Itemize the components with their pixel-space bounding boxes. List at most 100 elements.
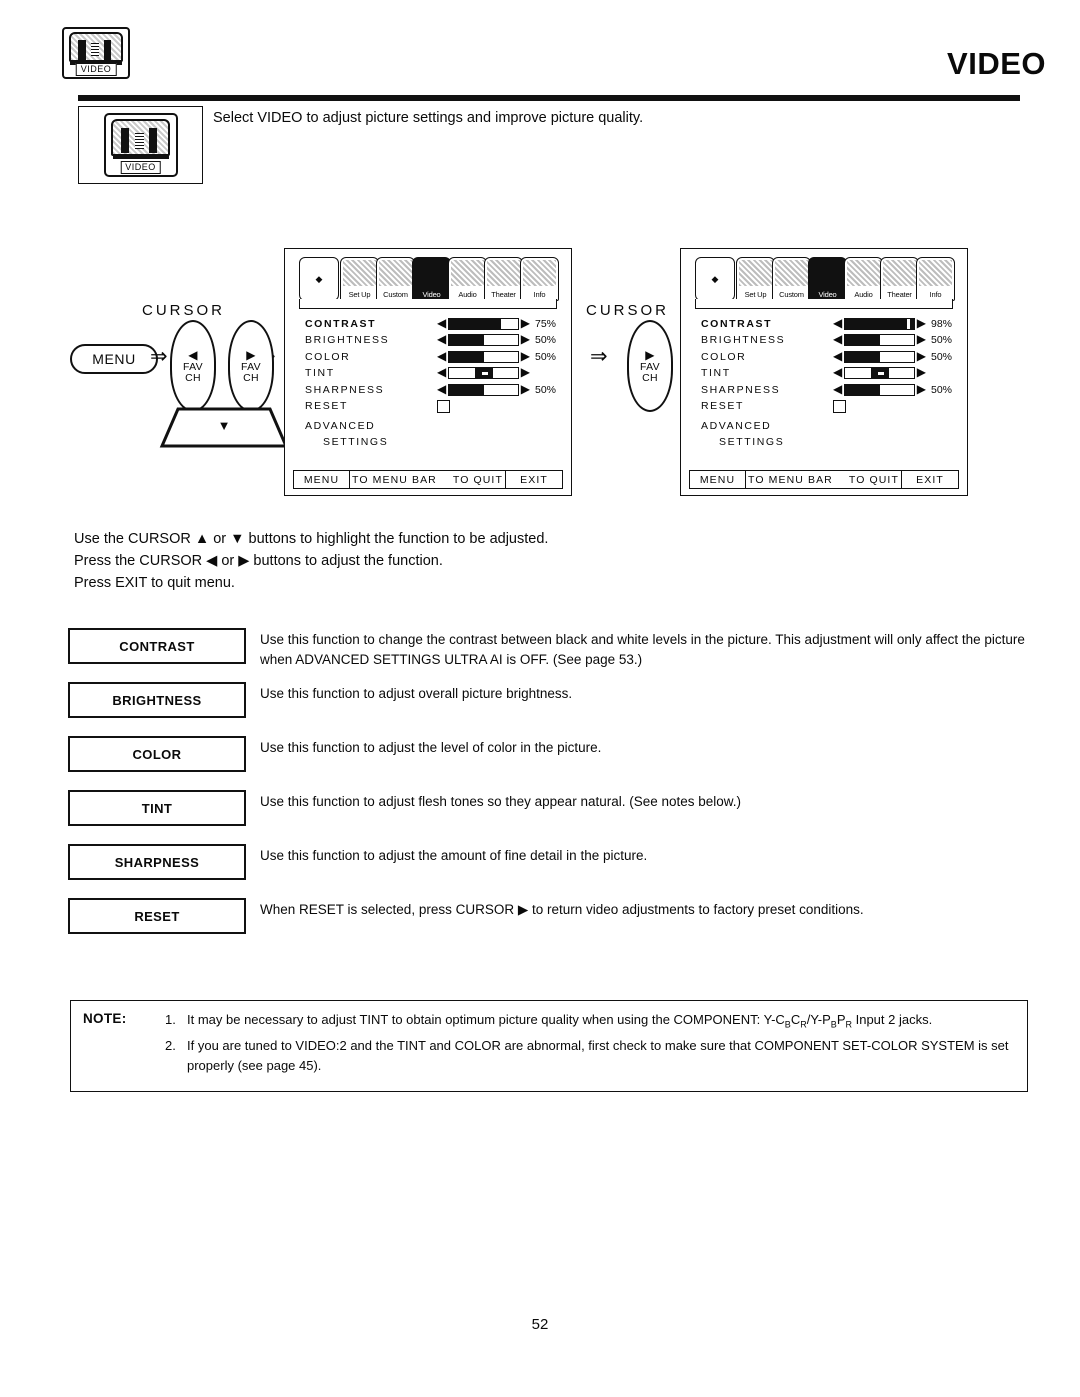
menu-tab-setup[interactable]: Set Up	[340, 257, 379, 301]
color-value: 50%	[931, 350, 953, 363]
osd-menu-bar: ◆ Set Up Custom Video Audio Theater Info	[299, 257, 559, 301]
footer-exit[interactable]: EXIT	[506, 471, 562, 488]
triangle-down-icon: ▼	[217, 418, 231, 433]
cursor-down-button[interactable]: ▼	[158, 406, 290, 450]
slider-left-arrow[interactable]: ◀	[437, 349, 446, 363]
color-slider[interactable]: ◀ ▶	[437, 349, 530, 363]
footer-to-quit: TO QUIT	[848, 473, 899, 486]
menu-tab-cursor-pad[interactable]: ◆	[299, 257, 339, 301]
cursor-right-button-second[interactable]: ▶ FAV CH	[627, 320, 673, 412]
reset-checkbox[interactable]	[437, 399, 450, 413]
row-label: SETTINGS	[719, 436, 785, 449]
video-icon	[811, 260, 844, 286]
reset-checkbox[interactable]	[833, 399, 846, 413]
slider-fill	[449, 319, 501, 329]
slider-left-arrow[interactable]: ◀	[833, 366, 842, 379]
slider-right-arrow[interactable]: ▶	[917, 317, 926, 330]
slider-right-arrow[interactable]: ▶	[917, 382, 926, 396]
slider-track	[448, 318, 519, 330]
sharpness-slider[interactable]: ◀ ▶	[833, 382, 926, 396]
menu-tab-cursor-pad[interactable]: ◆	[695, 257, 735, 301]
slider-right-arrow[interactable]: ▶	[521, 333, 530, 346]
slider-left-arrow[interactable]: ◀	[437, 382, 446, 396]
menu-tab-audio[interactable]: Audio	[844, 257, 883, 301]
menu-tab-theater[interactable]: Theater	[484, 257, 523, 301]
note-1-part-c: /Y-P	[806, 1012, 831, 1027]
slider-right-arrow[interactable]: ▶	[521, 349, 530, 363]
slider-right-arrow[interactable]: ▶	[917, 333, 926, 346]
contrast-slider[interactable]: ◀ ▶	[437, 317, 530, 330]
slider-left-arrow[interactable]: ◀	[833, 382, 842, 396]
footer-menu[interactable]: MENU	[690, 471, 746, 488]
osd-row-brightness[interactable]: BRIGHTNESS ◀ ▶ 50%	[305, 333, 557, 349]
slider-knob[interactable]	[906, 319, 911, 329]
osd-menu-bar: ◆ Set Up Custom Video Audio Theater Info	[695, 257, 955, 301]
menu-tab-setup[interactable]: Set Up	[736, 257, 775, 301]
footer-menu[interactable]: MENU	[294, 471, 350, 488]
tint-slider[interactable]: ◀ ▶	[833, 366, 926, 380]
note-1-part-a: It may be necessary to adjust TINT to ob…	[187, 1012, 785, 1027]
contrast-slider[interactable]: ◀ ▶	[833, 317, 926, 330]
slider-right-arrow[interactable]: ▶	[521, 382, 530, 396]
brightness-slider[interactable]: ◀ ▶	[833, 333, 926, 347]
slider-left-arrow[interactable]: ◀	[833, 333, 842, 346]
slider-track	[844, 318, 915, 330]
triangle-right-icon: ▶	[645, 347, 655, 362]
menu-tab-info[interactable]: Info	[916, 257, 955, 301]
menu-tab-audio[interactable]: Audio	[448, 257, 487, 301]
function-desc-contrast: Use this function to change the contrast…	[260, 632, 1025, 667]
osd-row-reset[interactable]: RESET	[305, 399, 557, 419]
slider-track	[844, 334, 915, 347]
osd-row-sharpness[interactable]: SHARPNESS ◀ ▶ 50%	[701, 382, 953, 399]
osd-row-color[interactable]: COLOR ◀ ▶ 50%	[701, 349, 953, 366]
cursor-right-button[interactable]: ▶ FAV CH	[228, 320, 274, 412]
osd-row-advanced[interactable]: ADVANCED	[701, 419, 953, 435]
osd-row-color[interactable]: COLOR ◀ ▶ 50%	[305, 349, 557, 366]
slider-right-arrow[interactable]: ▶	[917, 366, 926, 379]
menu-button-key[interactable]: MENU	[70, 344, 158, 374]
brightness-slider[interactable]: ◀ ▶	[437, 333, 530, 347]
function-key-tint: TINT	[68, 790, 246, 826]
note-number: 1.	[165, 1012, 176, 1027]
menu-tab-info[interactable]: Info	[520, 257, 559, 301]
osd-row-advanced[interactable]: ADVANCED	[305, 419, 557, 435]
slider-left-arrow[interactable]: ◀	[437, 317, 446, 330]
header-divider	[78, 95, 1020, 101]
menu-tab-theater[interactable]: Theater	[880, 257, 919, 301]
function-row-contrast: CONTRAST Use this function to change the…	[68, 628, 1028, 672]
slider-right-arrow[interactable]: ▶	[521, 366, 530, 379]
slider-left-arrow[interactable]: ◀	[437, 366, 446, 379]
intro-icon-box: VIDEO	[78, 106, 203, 184]
slider-right-arrow[interactable]: ▶	[521, 317, 530, 330]
osd-row-sharpness[interactable]: SHARPNESS ◀ ▶ 50%	[305, 382, 557, 399]
contrast-value: 98%	[931, 318, 953, 330]
color-slider[interactable]: ◀ ▶	[833, 349, 926, 363]
menu-tab-custom[interactable]: Custom	[772, 257, 811, 301]
menu-tab-label: Theater	[491, 290, 516, 299]
footer-exit[interactable]: EXIT	[902, 471, 958, 488]
osd-row-contrast[interactable]: CONTRAST ◀ ▶ 75%	[305, 317, 557, 333]
slider-left-arrow[interactable]: ◀	[437, 333, 446, 346]
slider-left-arrow[interactable]: ◀	[833, 317, 842, 330]
function-desc-tint: Use this function to adjust flesh tones …	[260, 794, 742, 809]
menu-tab-custom[interactable]: Custom	[376, 257, 415, 301]
note-item-1: 1. It may be necessary to adjust TINT to…	[165, 1010, 1017, 1035]
osd-row-contrast[interactable]: CONTRAST ◀ ▶ 98%	[701, 317, 953, 333]
sharpness-slider[interactable]: ◀ ▶	[437, 382, 530, 396]
osd-row-brightness[interactable]: BRIGHTNESS ◀ ▶ 50%	[701, 333, 953, 349]
row-label: BRIGHTNESS	[701, 334, 786, 347]
note-label: NOTE:	[83, 1011, 127, 1026]
theater-projector-icon	[883, 260, 916, 286]
osd-row-reset[interactable]: RESET	[701, 399, 953, 419]
menu-tab-video[interactable]: Video	[808, 257, 847, 301]
cursor-left-button[interactable]: ◀ FAV CH	[170, 320, 216, 412]
osd-row-settings[interactable]: SETTINGS	[701, 435, 953, 451]
osd-row-settings[interactable]: SETTINGS	[305, 435, 557, 451]
slider-left-arrow[interactable]: ◀	[833, 349, 842, 363]
menu-tab-video[interactable]: Video	[412, 257, 451, 301]
osd-row-tint[interactable]: TINT ◀ ▶	[305, 366, 557, 382]
tint-slider[interactable]: ◀ ▶	[437, 366, 530, 380]
slider-fill	[449, 351, 484, 362]
slider-right-arrow[interactable]: ▶	[917, 349, 926, 363]
osd-row-tint[interactable]: TINT ◀ ▶	[701, 366, 953, 382]
